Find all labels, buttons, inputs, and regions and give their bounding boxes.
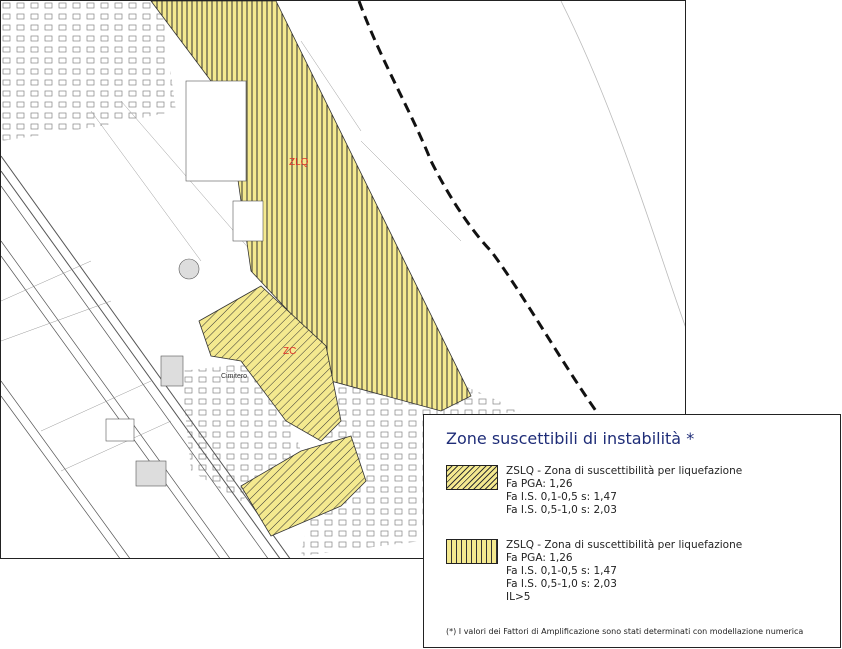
diagonal-hatch-swatch	[446, 465, 498, 490]
legend-entry-line: Fa PGA: 1,26	[506, 478, 573, 490]
building-block	[160, 355, 184, 387]
building-block	[185, 80, 247, 182]
zone-marker: ZC	[283, 346, 296, 357]
building-block	[135, 460, 167, 487]
legend-entry-line: Fa I.S. 0,5-1,0 s: 2,03	[506, 578, 617, 590]
legend-title: Zone suscettibili di instabilità *	[446, 429, 695, 448]
legend-entry-line: ZSLQ - Zona di suscettibilità per liquef…	[506, 465, 743, 477]
legend-footnote: (*) I valori dei Fattori di Amplificazio…	[446, 627, 804, 636]
legend-entry-line: IL>5	[506, 591, 531, 603]
legend-entry-line: Fa PGA: 1,26	[506, 552, 573, 564]
zone-marker: ZLQ	[289, 157, 309, 168]
vertical-hatch-swatch	[446, 539, 498, 564]
legend-entry-line: ZSLQ - Zona di suscettibilità per liquef…	[506, 539, 743, 551]
building-block	[232, 200, 264, 242]
legend-entry-line: Fa I.S. 0,1-0,5 s: 1,47	[506, 565, 617, 577]
legend-entry-line: Fa I.S. 0,5-1,0 s: 2,03	[506, 504, 617, 516]
place-label-cemetery: Cimitero	[221, 373, 247, 380]
tank-symbol	[178, 258, 200, 280]
legend-panel: Zone suscettibili di instabilità * ZSLQ …	[423, 414, 841, 648]
building-block	[105, 418, 135, 442]
legend-entry-line: Fa I.S. 0,1-0,5 s: 1,47	[506, 491, 617, 503]
